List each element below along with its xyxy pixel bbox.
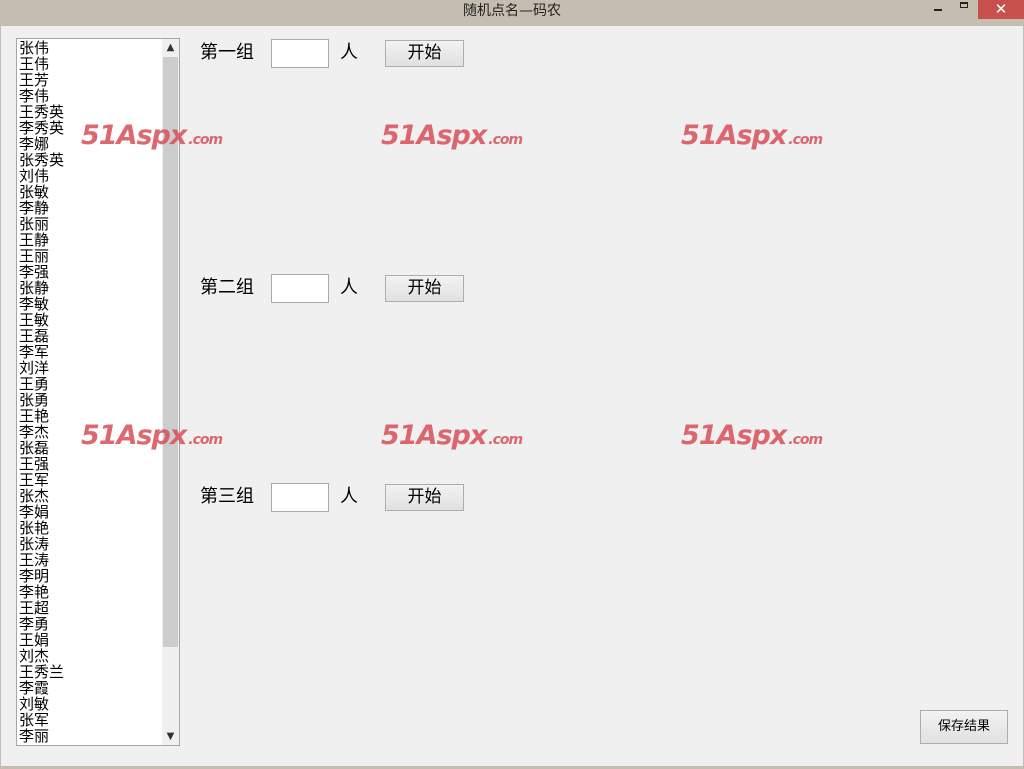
list-item[interactable]: 王敏 <box>19 312 161 328</box>
list-item[interactable]: 张勇 <box>19 392 161 408</box>
maximize-button[interactable] <box>952 0 976 20</box>
list-item[interactable]: 王磊 <box>19 328 161 344</box>
group-2-start-button[interactable]: 开始 <box>385 275 464 302</box>
watermark-logo: 51Aspx .com <box>681 120 823 151</box>
group-1-start-button[interactable]: 开始 <box>385 40 464 67</box>
window-client-area: 张伟 王伟 王芳 李伟 王秀英 李秀英 李娜 张秀英 刘伟 张敏 李静 张丽 王静 王丽 李强 张静 李敏 王敏王… <box>1 26 1023 766</box>
list-item[interactable]: 张秀英 <box>19 152 161 168</box>
group-3-unit-label: 人 <box>340 486 358 507</box>
watermark-logo: 51Aspx .com <box>81 120 223 151</box>
scroll-down-arrow-icon[interactable]: ▼ <box>162 728 179 745</box>
list-item[interactable]: 李丽 <box>19 728 161 744</box>
group-2-unit-label: 人 <box>340 277 358 298</box>
list-item[interactable]: 李明 <box>19 568 161 584</box>
group-2-count-input[interactable] <box>271 274 329 303</box>
list-item[interactable]: 王娟 <box>19 632 161 648</box>
window-title: 随机点名—码农 <box>463 3 561 19</box>
group-3-count-input[interactable] <box>271 483 329 512</box>
watermark-logo: 51Aspx .com <box>381 420 523 451</box>
list-item[interactable]: 李伟 <box>19 88 161 104</box>
list-item[interactable]: 张丽 <box>19 216 161 232</box>
minimize-button[interactable] <box>926 0 950 20</box>
scroll-up-arrow-icon[interactable]: ▲ <box>162 39 179 56</box>
list-item[interactable]: 李敏 <box>19 296 161 312</box>
list-item[interactable]: 李娟 <box>19 504 161 520</box>
list-item[interactable]: 王勇 <box>19 376 161 392</box>
list-item[interactable]: 李军 <box>19 344 161 360</box>
list-item[interactable]: 张伟 <box>19 40 161 56</box>
list-item[interactable]: 张杰 <box>19 488 161 504</box>
list-item[interactable]: 张静 <box>19 280 161 296</box>
group-3-start-button[interactable]: 开始 <box>385 484 464 511</box>
list-item[interactable]: 王涛 <box>19 552 161 568</box>
list-item[interactable]: 刘敏 <box>19 696 161 712</box>
list-item[interactable]: 张敏 <box>19 184 161 200</box>
list-item[interactable]: 王秀英 <box>19 104 161 120</box>
watermark-logo: 51Aspx .com <box>381 120 523 151</box>
list-item[interactable]: 王伟 <box>19 56 161 72</box>
list-item[interactable]: 刘伟 <box>19 168 161 184</box>
group-1-count-input[interactable] <box>271 39 329 68</box>
list-item[interactable]: 王军 <box>19 472 161 488</box>
title-bar: 随机点名—码农 ✕ <box>0 0 1024 26</box>
list-item[interactable]: 王强 <box>19 456 161 472</box>
list-item[interactable]: 刘洋 <box>19 360 161 376</box>
watermark-logo: 51Aspx .com <box>81 420 223 451</box>
group-1-unit-label: 人 <box>340 42 358 63</box>
close-icon: ✕ <box>994 0 1008 18</box>
list-item[interactable]: 李勇 <box>19 616 161 632</box>
list-item[interactable]: 李静 <box>19 200 161 216</box>
list-item[interactable]: 王超 <box>19 600 161 616</box>
list-item[interactable]: 张军 <box>19 712 161 728</box>
list-item[interactable]: 王芳 <box>19 72 161 88</box>
close-button[interactable]: ✕ <box>978 0 1024 19</box>
save-results-button[interactable]: 保存结果 <box>920 710 1008 744</box>
list-item[interactable]: 王丽 <box>19 248 161 264</box>
group-2-label: 第二组 <box>200 277 254 298</box>
list-item[interactable]: 王秀兰 <box>19 664 161 680</box>
list-item[interactable]: 李强 <box>19 264 161 280</box>
group-3-label: 第三组 <box>200 486 254 507</box>
list-item[interactable]: 李艳 <box>19 584 161 600</box>
group-1-label: 第一组 <box>200 42 254 63</box>
list-item[interactable]: 张涛 <box>19 536 161 552</box>
list-item[interactable]: 王静 <box>19 232 161 248</box>
list-item[interactable]: 刘杰 <box>19 648 161 664</box>
list-item[interactable]: 李霞 <box>19 680 161 696</box>
watermark-logo: 51Aspx .com <box>681 420 823 451</box>
list-item[interactable]: 张艳 <box>19 520 161 536</box>
